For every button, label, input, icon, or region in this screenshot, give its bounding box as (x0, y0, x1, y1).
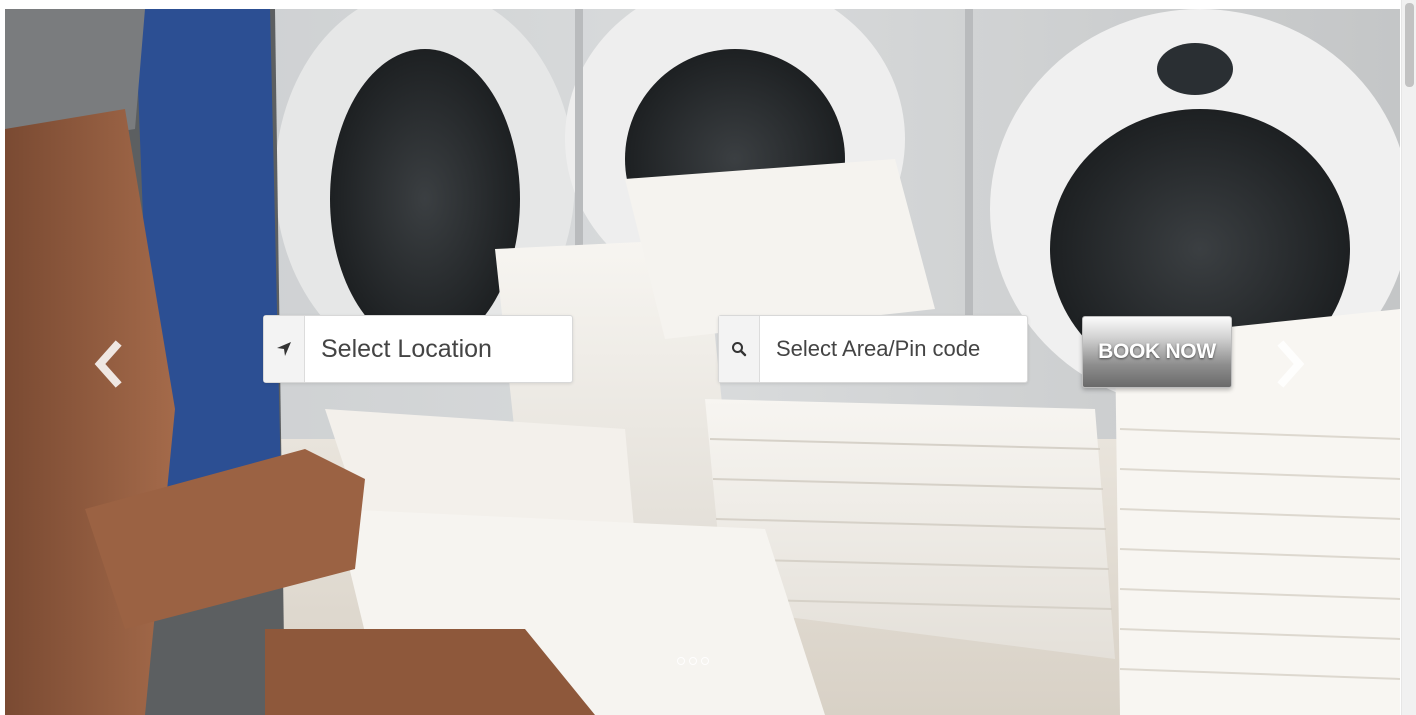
carousel-indicator-2[interactable] (689, 657, 697, 665)
page: Select Location Select Area/Pin code BOO… (0, 0, 1416, 715)
location-select-placeholder: Select Location (321, 334, 492, 363)
chevron-right-icon (1277, 340, 1305, 388)
chevron-left-icon (94, 340, 122, 388)
carousel-indicator-1[interactable] (677, 657, 685, 665)
scrollbar-thumb[interactable] (1405, 3, 1414, 87)
page-scrollbar[interactable] (1401, 0, 1416, 715)
area-pincode-placeholder: Select Area/Pin code (776, 336, 981, 361)
carousel-indicator-3[interactable] (701, 657, 709, 665)
carousel-next-button[interactable] (1273, 338, 1309, 390)
area-pincode-input[interactable]: Select Area/Pin code (718, 315, 1028, 383)
location-select[interactable]: Select Location (263, 315, 573, 383)
book-now-button[interactable]: BOOK NOW (1082, 316, 1232, 388)
search-icon (719, 316, 760, 382)
carousel-prev-button[interactable] (90, 338, 126, 390)
location-arrow-icon (264, 316, 305, 382)
carousel-indicators (677, 657, 709, 665)
